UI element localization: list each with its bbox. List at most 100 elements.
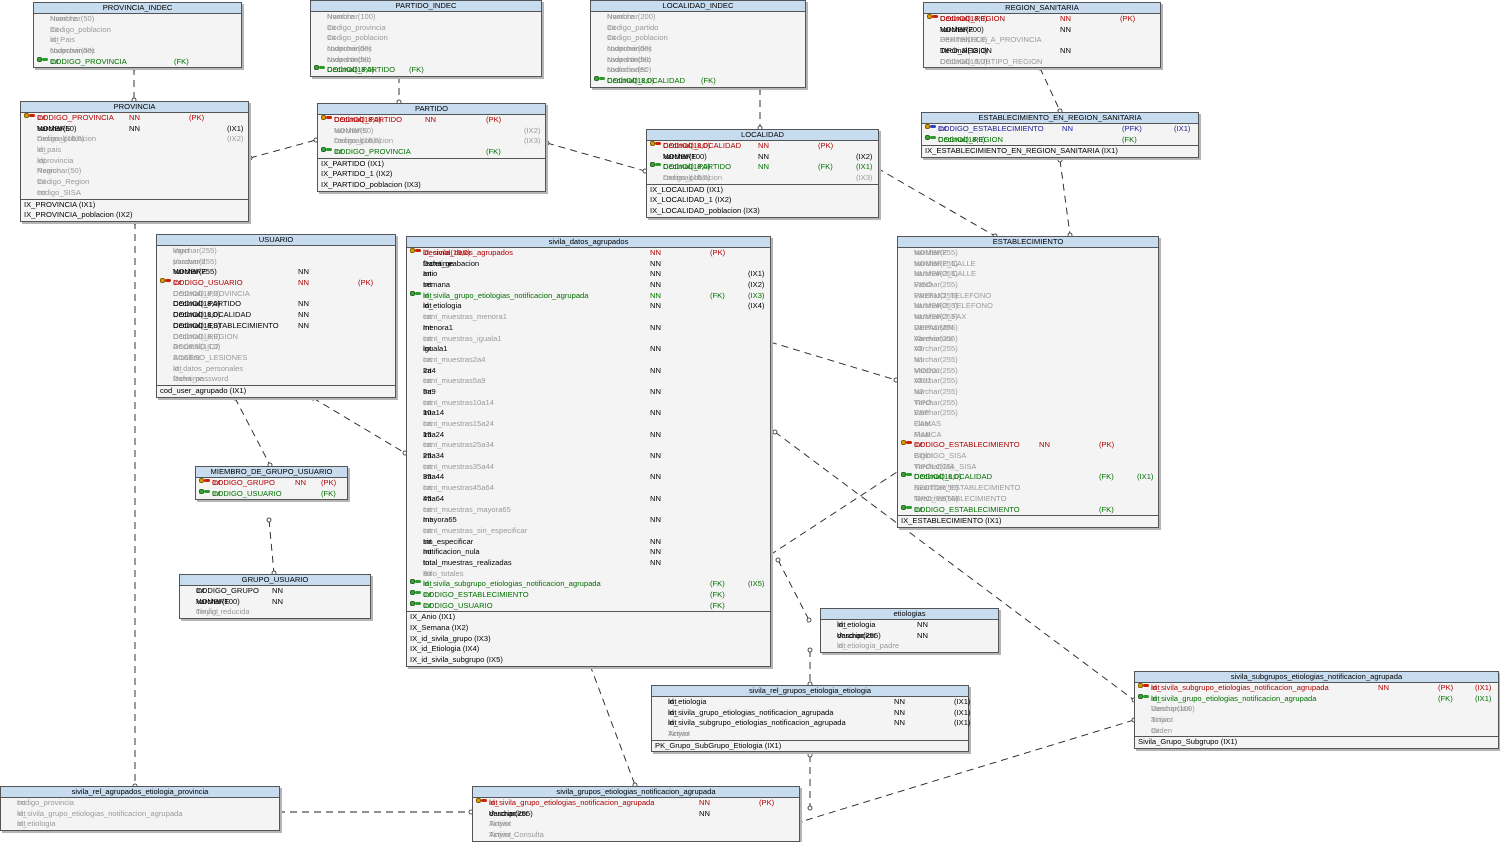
index-row[interactable]: Sivila_Grupo_Subgrupo (IX1): [1135, 737, 1498, 748]
column-row[interactable]: Nombre Nvarchar(100): [311, 12, 541, 23]
column-row[interactable]: Codigo_poblacion Int: [34, 25, 241, 36]
column-row[interactable]: NUMERO_CALLE Varchar(255): [898, 269, 1158, 280]
entity-est-en-region[interactable]: ESTABLECIMIENTO_EN_REGION_SANITARIA CODIG…: [921, 112, 1199, 159]
column-row[interactable]: id_etiologia Int NN: [821, 620, 998, 631]
column-row[interactable]: notificacion_nula Int NN: [407, 547, 770, 558]
entity-provincia[interactable]: PROVINCIA CODIGO_PROVINCIA Int NN (PK) NOMBRE…: [20, 101, 249, 222]
index-row[interactable]: PK_Grupo_SubGrupo_Etiologia (IX1): [652, 741, 968, 752]
column-row[interactable]: TIPO Varchar(255): [898, 398, 1158, 409]
column-row[interactable]: CODIGO_PROVINCIA Decimal(18,0): [157, 289, 395, 300]
column-row[interactable]: codigo_provincia Int: [1, 798, 279, 809]
column-row[interactable]: 2a4 Int NN: [407, 366, 770, 377]
column-row[interactable]: CODIGO_LOCALIDAD Decimal(18,0) NN (PK): [647, 141, 878, 152]
column-row[interactable]: id_datos_personales Int: [157, 364, 395, 375]
column-row[interactable]: cant_muestras5a9 Int: [407, 376, 770, 387]
column-row[interactable]: codpartindec Nvarchar(50): [591, 55, 805, 66]
column-row[interactable]: Codigo_provincia Int: [311, 23, 541, 34]
relationship-line[interactable]: [777, 559, 810, 621]
entity-grupo-usuario[interactable]: GRUPO_USUARIO CODIGO_GRUPO Int NN NOMBRE Varc…: [179, 574, 371, 620]
column-row[interactable]: id_sivila_subgrupo_etiologias_notificaci…: [407, 579, 770, 590]
column-row[interactable]: id_Pais Int: [34, 35, 241, 46]
column-row[interactable]: cant_muestras15a24 Int: [407, 419, 770, 430]
column-row[interactable]: codigo_poblacion Decimal(18,0) (IX2): [21, 134, 248, 145]
column-row[interactable]: Nombre Nvarchar(200): [591, 12, 805, 23]
index-row[interactable]: IX_id_sivila_subgrupo (IX5): [407, 655, 770, 666]
column-row[interactable]: CODIGO_REGION Decimal(18,0): [157, 332, 395, 343]
column-row[interactable]: PISO Varchar(255): [898, 280, 1158, 291]
relationship-line[interactable]: [312, 397, 406, 454]
column-row[interactable]: PERTENECE_A_PROVINCIA Decimal(18,0): [924, 35, 1160, 46]
column-row[interactable]: Abreviatura Varchar(255): [898, 334, 1158, 345]
column-row[interactable]: codigo_SISA Int: [21, 188, 248, 199]
column-row[interactable]: NUMERO_TELEFONO Varchar(255): [898, 301, 1158, 312]
column-row[interactable]: codpartindec Nvarchar(50): [311, 55, 541, 66]
index-row[interactable]: IX_Semana (IX2): [407, 623, 770, 634]
column-row[interactable]: MARCA Float: [898, 430, 1158, 441]
column-row[interactable]: descripcion Varchar(255) NN: [473, 809, 799, 820]
column-row[interactable]: codigo_poblacion Decimal(18,0) (IX3): [647, 173, 878, 184]
column-row[interactable]: CAMAS Float: [898, 419, 1158, 430]
column-row[interactable]: NOMBRE Varchar(100) NN (IX2): [647, 152, 878, 163]
column-row[interactable]: AT Varchar(255): [898, 344, 1158, 355]
index-row[interactable]: IX_PARTIDO_1 (IX2): [318, 169, 545, 180]
column-row[interactable]: fecha_grabacion Datetime NN: [407, 259, 770, 270]
column-row[interactable]: idprovincia Int: [21, 156, 248, 167]
relationship-line[interactable]: [234, 397, 271, 466]
column-row[interactable]: N1 Varchar(255): [898, 355, 1158, 366]
column-row[interactable]: CODIGO_LOCALIDAD Decimal(18,0) (FK) (IX1): [898, 472, 1158, 483]
column-row[interactable]: CODIGO_PROVINCIA Int (FK): [318, 147, 545, 158]
column-row[interactable]: CODIGO_ESTABLECIMIENTO Decimal(18,0) NN: [157, 321, 395, 332]
column-row[interactable]: NOMBRE Varchar(255) NN: [157, 267, 395, 278]
index-row[interactable]: IX_LOCALIDAD (IX1): [647, 185, 878, 196]
column-row[interactable]: CODIGO_GRUPO Int NN (PK): [196, 478, 347, 489]
entity-localidad[interactable]: LOCALIDAD CODIGO_LOCALIDAD Decimal(18,0) NN…: [646, 129, 879, 218]
column-row[interactable]: sin_especificar Int NN: [407, 537, 770, 548]
column-row[interactable]: CODIGO_PARTIDO Decimal(18,0) (FK): [311, 65, 541, 76]
column-row[interactable]: CODIGO_USUARIO Int NN (PK): [157, 278, 395, 289]
column-row[interactable]: id_sivila_subgrupo_etiologias_notificaci…: [652, 718, 970, 729]
column-row[interactable]: TIPO_ESTABLECIMIENTO Nvarchar(50): [898, 494, 1158, 505]
column-row[interactable]: Descripcion Varchar(100): [1135, 704, 1498, 715]
column-row[interactable]: cant_muestras45a64 Int: [407, 483, 770, 494]
column-row[interactable]: activo Tinyint: [1135, 715, 1498, 726]
column-row[interactable]: 35a44 Int NN: [407, 472, 770, 483]
relationship-line[interactable]: [268, 519, 275, 574]
column-row[interactable]: Codigo_poblacion Int: [591, 33, 805, 44]
column-row[interactable]: codigo_poblacion Decimal(18,0) (IX3): [318, 136, 545, 147]
column-row[interactable]: fecha_password Datetime: [157, 374, 395, 385]
entity-subgrupos[interactable]: sivila_subgrupos_etiologias_notificacion…: [1134, 671, 1499, 750]
column-row[interactable]: id_etiologia Int: [1, 819, 279, 830]
column-row[interactable]: id_sivila_grupo_etiologias_notificacion_…: [652, 708, 970, 719]
column-row[interactable]: CODIGO_LOCALIDAD Decimal(18,0) (FK): [591, 76, 805, 87]
entity-provincia-indec[interactable]: PROVINCIA_INDEC Nombre Nvarchar(50) Codigo_…: [33, 2, 242, 69]
column-row[interactable]: CODIGO_PARTIDO Decimal(18,0) NN (PK): [318, 115, 545, 126]
column-row[interactable]: MOD01 Varchar(255): [898, 366, 1158, 377]
column-row[interactable]: CODIGO_SUBTIPO_REGION Decimal(18,0): [924, 57, 1160, 68]
column-row[interactable]: CODIGO_PROVINCIA Int (FK): [34, 56, 241, 68]
column-row[interactable]: id_pais Int: [21, 145, 248, 156]
entity-usuario[interactable]: USUARIO login Varchar(255) password Varchar(…: [156, 234, 396, 398]
column-row[interactable]: CODIGO_ESTABLECIMIENTO Int (FK): [898, 504, 1158, 516]
column-row[interactable]: id_sivila_grupo_etiologias_notificacion_…: [407, 290, 770, 302]
column-row[interactable]: Codigo_partido Int: [591, 23, 805, 34]
column-row[interactable]: CODIGO_REGION Decimal(18,0) (FK): [922, 134, 1198, 146]
index-row[interactable]: IX_PROVINCIA (IX1): [21, 200, 248, 211]
column-row[interactable]: id_sivila_grupo_etiologias_notificacion_…: [1135, 693, 1498, 705]
index-row[interactable]: IX_ESTABLECIMIENTO (IX1): [898, 516, 1158, 527]
index-row[interactable]: IX_PARTIDO (IX1): [318, 159, 545, 170]
relationship-line[interactable]: [249, 139, 317, 159]
index-row[interactable]: IX_id_sivila_grupo (IX3): [407, 634, 770, 645]
column-row[interactable]: NOMBRE Varchar(50) NN (IX1): [21, 124, 248, 135]
index-row[interactable]: IX_Anio (IX1): [407, 612, 770, 623]
column-row[interactable]: NOMBRE Varchar(50) (IX2): [318, 126, 545, 137]
column-row[interactable]: total_muestras_realizadas Int NN: [407, 558, 770, 569]
entity-partido-indec[interactable]: PARTIDO_INDEC Nombre Nvarchar(100) Codigo_p…: [310, 0, 542, 78]
column-row[interactable]: 15a24 Int NN: [407, 430, 770, 441]
column-row[interactable]: N2 Varchar(255): [898, 387, 1158, 398]
column-row[interactable]: id_etiologia_padre Int: [821, 641, 998, 652]
column-row[interactable]: cant_muestras35a44 Int: [407, 462, 770, 473]
column-row[interactable]: CODIGO_USUARIO Int (FK): [407, 600, 770, 612]
column-row[interactable]: NOMBRE Varchar(255): [898, 248, 1158, 259]
index-row[interactable]: IX_id_Etiologia (IX4): [407, 644, 770, 655]
column-row[interactable]: codprovindec Nvarchar(50): [591, 44, 805, 55]
